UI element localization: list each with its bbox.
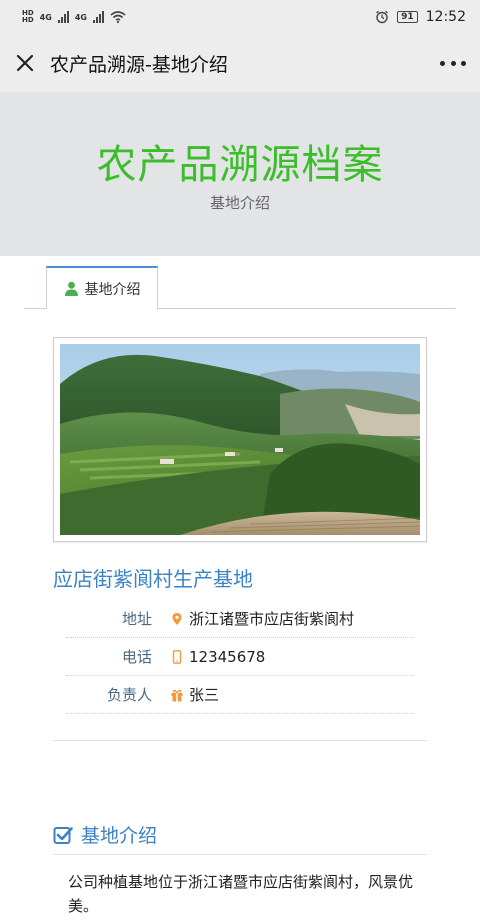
address-label: 地址 — [121, 610, 152, 628]
close-icon[interactable] — [14, 52, 36, 74]
tab-base-intro[interactable]: 基地介绍 — [46, 266, 158, 310]
header-banner: 农产品溯源档案 基地介绍 — [0, 92, 480, 256]
tab-label: 基地介绍 — [84, 281, 141, 298]
landscape-image — [60, 344, 420, 535]
banner-subtitle: 基地介绍 — [209, 194, 270, 212]
sim-tags: HD HD — [22, 10, 34, 24]
manager-row: 负责人 张三 — [66, 676, 414, 714]
phone-value-wrap[interactable]: 12345678 — [170, 648, 265, 666]
page-title: 农产品溯源-基地介绍 — [50, 53, 228, 76]
sim2-tag: HD — [22, 16, 34, 24]
tab-bar: 基地介绍 — [24, 264, 456, 310]
divider — [53, 740, 427, 741]
address-row: 地址 浙江诸暨市应店街紫阆村 — [66, 600, 414, 638]
alarm-icon — [376, 10, 389, 24]
base-name: 应店街紫阆村生产基地 — [53, 567, 253, 591]
battery-icon: 91 — [397, 11, 418, 23]
network-type-1: 4G — [39, 12, 52, 22]
signal-icon — [92, 11, 104, 23]
more-icon[interactable] — [440, 52, 466, 74]
manager-value: 张三 — [189, 686, 220, 704]
clock: 12:52 — [425, 9, 466, 25]
intro-heading: 基地介绍 — [53, 815, 427, 855]
phone-label: 电话 — [121, 648, 152, 666]
location-icon — [172, 612, 182, 625]
intro-title: 基地介绍 — [81, 825, 158, 847]
status-bar: HD HD 4G 4G 91 12:52 — [0, 0, 480, 34]
status-left: HD HD 4G 4G — [22, 10, 126, 24]
phone-row: 电话 12345678 — [66, 638, 414, 676]
gift-icon — [171, 689, 183, 701]
address-value-wrap: 浙江诸暨市应店街紫阆村 — [170, 608, 354, 629]
manager-label: 负责人 — [106, 686, 152, 704]
checkbox-icon — [53, 826, 73, 844]
manager-value-wrap: 张三 — [170, 684, 219, 705]
status-right: 91 12:52 — [375, 9, 466, 25]
phone-icon — [172, 649, 182, 664]
user-icon — [64, 281, 78, 296]
banner-title: 农产品溯源档案 — [96, 142, 384, 188]
signal-icon — [57, 11, 69, 23]
nav-bar: 农产品溯源-基地介绍 — [0, 34, 480, 92]
base-photo — [53, 337, 427, 542]
intro-text: 公司种植基地位于浙江诸暨市应店街紫阆村，风景优美。 — [68, 873, 414, 915]
address-value: 浙江诸暨市应店街紫阆村 — [189, 610, 355, 628]
network-type-2: 4G — [74, 12, 87, 22]
wifi-icon — [110, 11, 126, 23]
phone-value: 12345678 — [189, 647, 266, 666]
